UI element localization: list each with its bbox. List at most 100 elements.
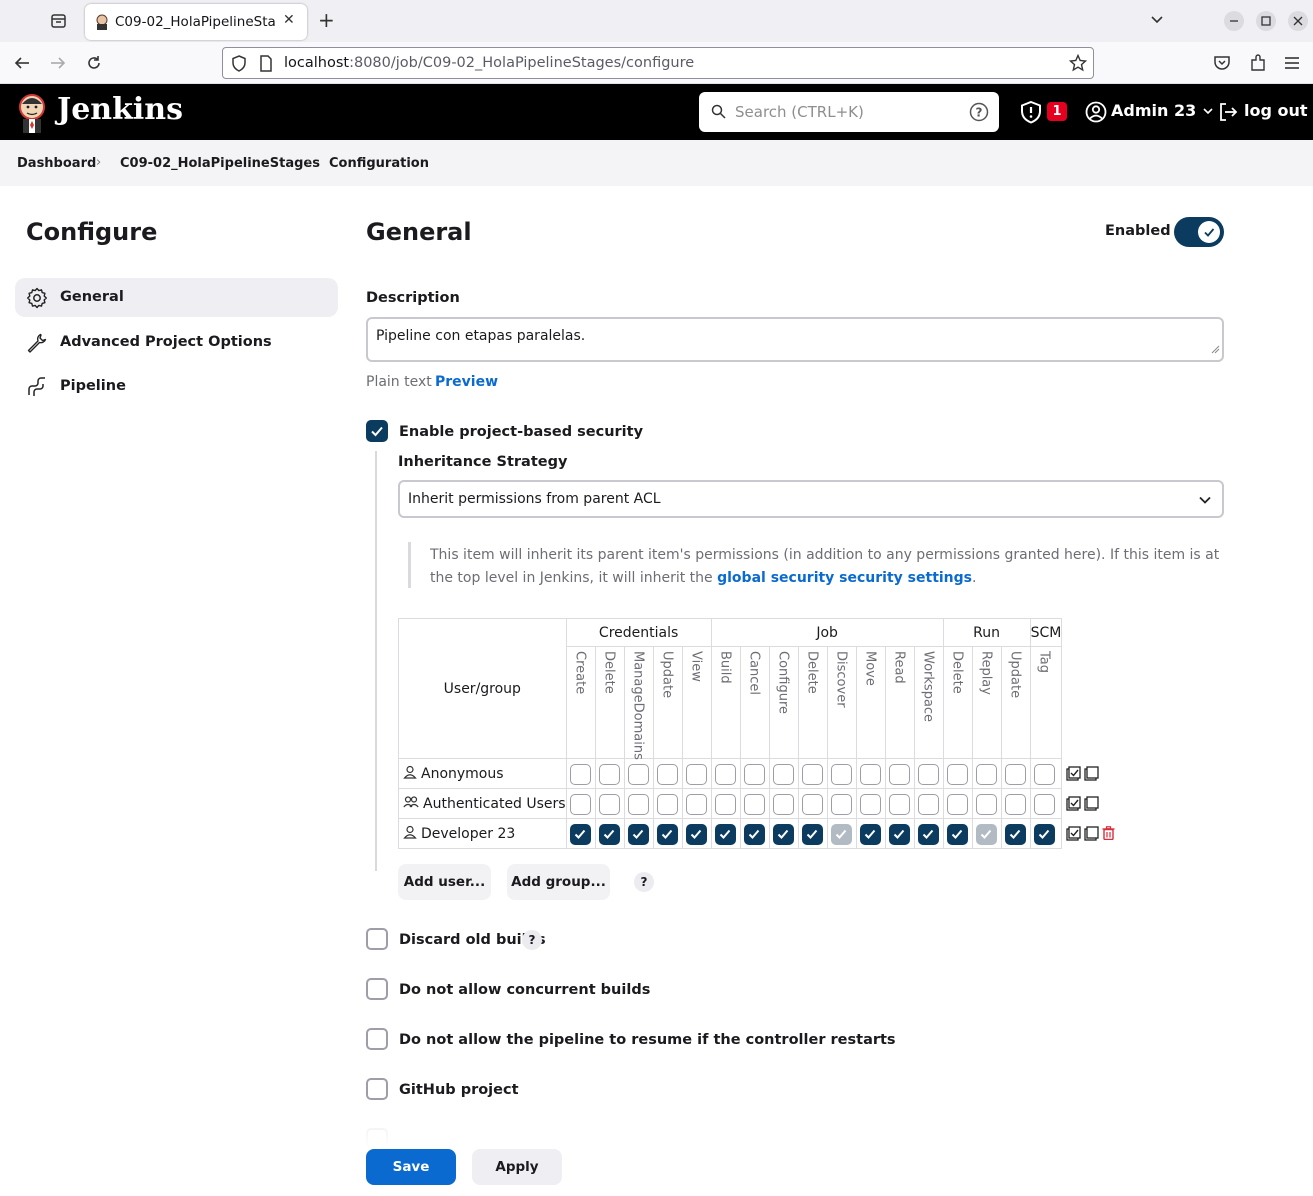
- enable-project-security-checkbox[interactable]: [366, 420, 388, 442]
- breadcrumb-configuration[interactable]: Configuration: [329, 156, 429, 171]
- select-all-icon[interactable]: [1066, 795, 1082, 815]
- permission-checkbox[interactable]: [714, 794, 736, 815]
- permission-checkbox[interactable]: [917, 824, 939, 845]
- permission-checkbox[interactable]: [888, 824, 910, 845]
- enabled-toggle[interactable]: [1174, 217, 1224, 247]
- delete-row-icon[interactable]: [1102, 826, 1115, 844]
- permission-checkbox[interactable]: [917, 794, 939, 815]
- add-user-button[interactable]: Add user...: [398, 864, 491, 900]
- permission-checkbox[interactable]: [917, 764, 939, 785]
- permission-checkbox[interactable]: [743, 824, 765, 845]
- tab-overflow-icon[interactable]: [1149, 12, 1165, 32]
- select-all-icon[interactable]: [1066, 765, 1082, 785]
- no-resume-checkbox[interactable]: [366, 1028, 388, 1050]
- tab-close-icon[interactable]: ✕: [283, 12, 295, 28]
- description-textarea[interactable]: Pipeline con etapas paralelas.: [366, 317, 1224, 362]
- permission-checkbox[interactable]: [830, 794, 852, 815]
- unselect-all-icon[interactable]: [1084, 825, 1100, 845]
- permission-checkbox[interactable]: [743, 764, 765, 785]
- permission-checkbox[interactable]: [743, 794, 765, 815]
- unselect-all-icon[interactable]: [1084, 795, 1100, 815]
- permission-checkbox[interactable]: [1004, 794, 1026, 815]
- permission-checkbox[interactable]: [801, 794, 823, 815]
- permission-checkbox[interactable]: [685, 824, 707, 845]
- minimize-icon[interactable]: [1224, 11, 1244, 31]
- help-icon[interactable]: ?: [634, 872, 654, 892]
- permission-checkbox[interactable]: [801, 824, 823, 845]
- unselect-all-icon[interactable]: [1084, 765, 1100, 785]
- preview-link[interactable]: Preview: [435, 374, 498, 390]
- permission-checkbox[interactable]: [598, 824, 620, 845]
- permission-checkbox[interactable]: [975, 824, 997, 845]
- no-concurrent-builds-checkbox[interactable]: [366, 978, 388, 1000]
- tab-list-icon[interactable]: [44, 9, 72, 33]
- reload-icon[interactable]: [85, 54, 103, 72]
- permission-checkbox[interactable]: [714, 824, 736, 845]
- permission-checkbox[interactable]: [569, 764, 591, 785]
- permission-checkbox[interactable]: [569, 824, 591, 845]
- user-avatar-icon[interactable]: [1085, 101, 1107, 127]
- logout-link[interactable]: log out: [1244, 101, 1308, 120]
- sidebar-item-general[interactable]: General: [15, 278, 338, 317]
- permission-checkbox[interactable]: [685, 764, 707, 785]
- permission-checkbox[interactable]: [946, 824, 968, 845]
- global-security-settings-link[interactable]: global security security settings: [717, 570, 972, 586]
- url-bar[interactable]: localhost:8080/job/C09-02_HolaPipelineSt…: [222, 47, 1094, 79]
- pocket-icon[interactable]: [1213, 54, 1231, 72]
- menu-icon[interactable]: [1283, 54, 1301, 72]
- permission-checkbox[interactable]: [569, 794, 591, 815]
- sidebar-item-pipeline[interactable]: Pipeline: [15, 367, 338, 406]
- security-shield-icon[interactable]: [1019, 100, 1043, 128]
- permission-checkbox[interactable]: [888, 764, 910, 785]
- permission-checkbox[interactable]: [685, 794, 707, 815]
- help-icon[interactable]: ?: [522, 930, 542, 950]
- permission-checkbox[interactable]: [598, 794, 620, 815]
- github-project-checkbox[interactable]: [366, 1078, 388, 1100]
- jenkins-brand[interactable]: Jenkins: [57, 92, 183, 127]
- permission-checkbox[interactable]: [830, 824, 852, 845]
- permission-checkbox[interactable]: [772, 764, 794, 785]
- permission-checkbox[interactable]: [772, 794, 794, 815]
- permission-checkbox[interactable]: [859, 764, 881, 785]
- help-circle-icon[interactable]: ?: [969, 102, 989, 126]
- back-icon[interactable]: [13, 54, 31, 72]
- discard-old-builds-checkbox[interactable]: [366, 928, 388, 950]
- permission-checkbox[interactable]: [946, 794, 968, 815]
- bookmark-star-icon[interactable]: [1068, 53, 1088, 76]
- breadcrumb-dashboard[interactable]: Dashboard: [17, 156, 96, 171]
- permission-checkbox[interactable]: [627, 764, 649, 785]
- security-badge[interactable]: 1: [1047, 102, 1067, 121]
- permission-checkbox[interactable]: [627, 824, 649, 845]
- user-menu[interactable]: Admin 23: [1111, 101, 1214, 121]
- permission-checkbox[interactable]: [1033, 794, 1055, 815]
- logout-icon[interactable]: [1217, 101, 1239, 127]
- breadcrumb-job[interactable]: C09-02_HolaPipelineStages: [120, 156, 320, 171]
- permission-checkbox[interactable]: [598, 764, 620, 785]
- browser-tab[interactable]: C09-02_HolaPipelineStag ✕: [85, 4, 307, 40]
- inheritance-strategy-select[interactable]: Inherit permissions from parent ACL: [398, 480, 1224, 518]
- permission-checkbox[interactable]: [830, 764, 852, 785]
- apply-button[interactable]: Apply: [472, 1149, 562, 1185]
- shield-icon[interactable]: [231, 55, 247, 76]
- search-input[interactable]: [735, 101, 955, 123]
- permission-checkbox[interactable]: [859, 794, 881, 815]
- permission-checkbox[interactable]: [656, 824, 678, 845]
- permission-checkbox[interactable]: [656, 794, 678, 815]
- new-tab-icon[interactable]: +: [318, 9, 335, 31]
- permission-checkbox[interactable]: [1033, 764, 1055, 785]
- permission-checkbox[interactable]: [656, 764, 678, 785]
- permission-checkbox[interactable]: [975, 794, 997, 815]
- close-window-icon[interactable]: [1288, 11, 1308, 31]
- add-group-button[interactable]: Add group...: [507, 864, 610, 900]
- sidebar-item-advanced-project-options[interactable]: Advanced Project Options: [15, 323, 338, 362]
- permission-checkbox[interactable]: [859, 824, 881, 845]
- forward-icon[interactable]: [49, 54, 67, 72]
- permission-checkbox[interactable]: [975, 764, 997, 785]
- maximize-icon[interactable]: [1256, 11, 1276, 31]
- permission-checkbox[interactable]: [1004, 824, 1026, 845]
- permission-checkbox[interactable]: [1033, 824, 1055, 845]
- resize-handle-icon[interactable]: [1210, 342, 1220, 358]
- permission-checkbox[interactable]: [772, 824, 794, 845]
- save-button[interactable]: Save: [366, 1149, 456, 1185]
- permission-checkbox[interactable]: [946, 764, 968, 785]
